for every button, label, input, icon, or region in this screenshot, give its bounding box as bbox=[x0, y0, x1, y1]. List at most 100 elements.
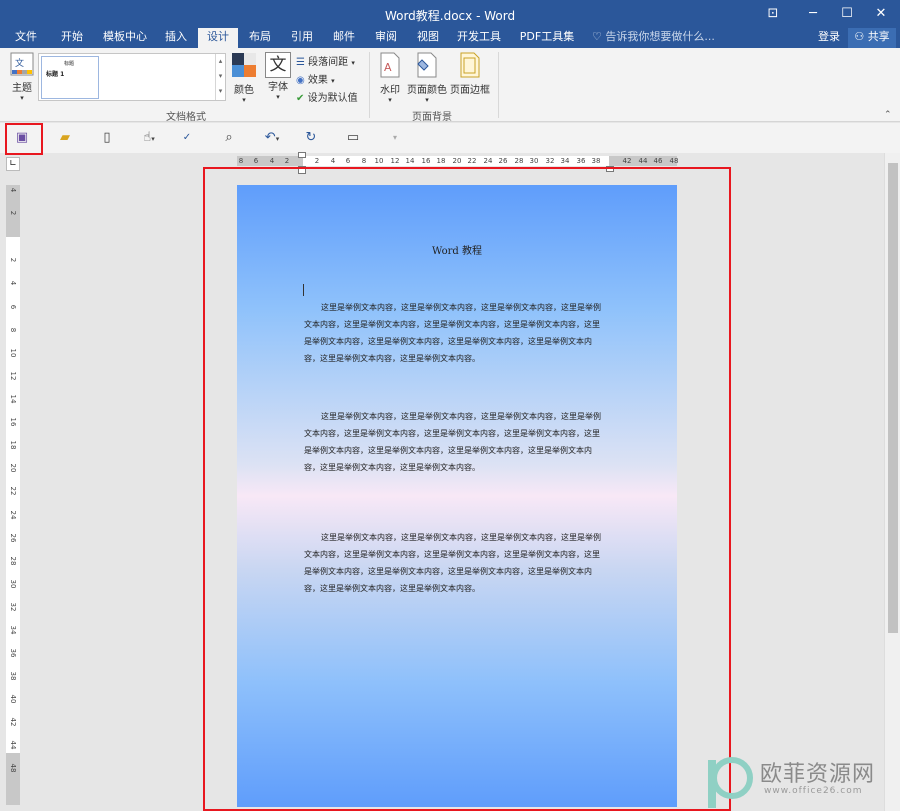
watermark-button[interactable]: A 水印 ▾ bbox=[376, 52, 404, 104]
ruler-tick-label: 34 bbox=[9, 625, 17, 635]
highlight-document-area bbox=[203, 167, 731, 811]
ruler-tick-label: 8 bbox=[9, 327, 17, 333]
tab-developer[interactable]: 开发工具 bbox=[452, 28, 506, 48]
open-folder-icon[interactable]: ▰ bbox=[54, 128, 76, 148]
minimize-icon[interactable]: ─ bbox=[796, 0, 830, 28]
style-preview-title: 标题 bbox=[64, 61, 75, 67]
tell-me-placeholder: 告诉我你想要做什么... bbox=[605, 30, 715, 43]
watermark-url: www.office26.com bbox=[764, 786, 863, 796]
collapse-ribbon-icon[interactable]: ⌃ bbox=[884, 110, 892, 120]
ruler-tick-label: 14 bbox=[9, 394, 17, 404]
watermark-label: 水印 bbox=[380, 85, 400, 96]
effects-button[interactable]: ◉ 效果 ▾ bbox=[296, 71, 335, 86]
page-color-button[interactable]: 页面颜色 ▾ bbox=[406, 52, 448, 104]
tab-home[interactable]: 开始 bbox=[52, 28, 92, 48]
ruler-tick-label: 6 bbox=[9, 304, 17, 310]
ruler-tick-label: 44 bbox=[638, 157, 648, 165]
undo-icon[interactable]: ↶▾ bbox=[258, 128, 286, 148]
ruler-tick-label: 38 bbox=[9, 671, 17, 681]
group-label-document-formatting: 文档格式 bbox=[166, 112, 206, 123]
ruler-tick-label: 2 bbox=[9, 257, 17, 263]
tab-view[interactable]: 视图 bbox=[410, 28, 446, 48]
ruler-tick-label: 8 bbox=[361, 157, 367, 165]
ruler-tick-label: 14 bbox=[405, 157, 415, 165]
tab-references[interactable]: 引用 bbox=[284, 28, 320, 48]
ruler-tick-label: 48 bbox=[9, 763, 17, 773]
tab-file[interactable]: 文件 bbox=[6, 28, 46, 48]
new-document-icon[interactable]: ▯ bbox=[96, 128, 118, 148]
ruler-tick-label: 22 bbox=[467, 157, 477, 165]
chevron-down-icon: ▾ bbox=[425, 96, 429, 104]
ruler-tick-label: 12 bbox=[390, 157, 400, 165]
page-color-label: 页面颜色 bbox=[407, 85, 447, 96]
lightbulb-icon: ♡ bbox=[592, 30, 602, 43]
ruler-tick-label: 48 bbox=[669, 157, 679, 165]
first-line-indent-marker[interactable] bbox=[298, 152, 306, 158]
vertical-scrollbar[interactable] bbox=[884, 153, 900, 811]
effects-label: 效果 bbox=[307, 75, 328, 86]
tab-mailings[interactable]: 邮件 bbox=[326, 28, 362, 48]
ruler-tick-label: 10 bbox=[374, 157, 384, 165]
quick-access-toolbar: ▣ ▰ ▯ ☝▾ ✓ ⌕ ↶▾ ↻ ▭ ▾ bbox=[0, 123, 900, 153]
tab-stop-selector[interactable]: ∟ bbox=[6, 157, 20, 171]
screen-mode-icon[interactable]: ▭ bbox=[342, 128, 364, 148]
tab-design[interactable]: 设计 bbox=[198, 28, 238, 48]
style-set-thumbnail[interactable]: 标题 标题 1 bbox=[41, 56, 99, 99]
tell-me-box[interactable]: ♡ 告诉我你想要做什么... bbox=[592, 28, 715, 46]
customize-toolbar-icon[interactable]: ▾ bbox=[384, 128, 406, 148]
tab-review[interactable]: 审阅 bbox=[368, 28, 404, 48]
fonts-label: 字体 bbox=[268, 82, 288, 93]
style-preview-heading: 标题 1 bbox=[46, 71, 65, 78]
ruler-tick-label: 42 bbox=[622, 157, 632, 165]
tab-pdf-tools[interactable]: PDF工具集 bbox=[514, 28, 580, 48]
close-icon[interactable]: ✕ bbox=[864, 0, 898, 28]
themes-button[interactable]: 文 主题 ▾ bbox=[8, 52, 36, 102]
ruler-tick-label: 8 bbox=[238, 157, 244, 165]
page-borders-button[interactable]: 页面边框 bbox=[450, 52, 490, 96]
set-as-default-button[interactable]: ✔ 设为默认值 bbox=[296, 89, 358, 104]
color-palette-icon bbox=[232, 53, 256, 77]
style-set-gallery[interactable]: 标题 标题 1 ▴ ▾ ▾ bbox=[38, 53, 226, 101]
ruler-tick-label: 28 bbox=[514, 157, 524, 165]
share-button[interactable]: ⚇ 共享 bbox=[848, 28, 896, 48]
tab-insert[interactable]: 插入 bbox=[158, 28, 194, 48]
paint-bucket-icon bbox=[417, 52, 437, 78]
spelling-check-icon[interactable]: ✓ bbox=[176, 128, 198, 148]
ruler-tick-label: 38 bbox=[591, 157, 601, 165]
print-preview-icon[interactable]: ⌕ bbox=[218, 128, 240, 148]
redo-icon[interactable]: ↻ bbox=[300, 128, 322, 148]
watermark-icon: A bbox=[380, 52, 400, 78]
ribbon-tabs: 文件 开始 模板中心 插入 设计 布局 引用 邮件 审阅 视图 开发工具 PDF… bbox=[0, 28, 900, 48]
chevron-down-icon: ▾ bbox=[20, 94, 24, 102]
site-watermark: 欧菲资源网 www.office26.com bbox=[700, 750, 900, 811]
svg-text:文: 文 bbox=[15, 57, 24, 69]
ruler-tick-label: 2 bbox=[284, 157, 290, 165]
vertical-ruler[interactable]: 4 2 2 4 6 8 10 12 14 16 18 20 22 24 26 28 30 32 34 36 38 40 42… bbox=[6, 185, 20, 805]
ruler-tick-label: 22 bbox=[9, 486, 17, 496]
colors-button[interactable]: 颜色 ▾ bbox=[230, 52, 258, 104]
maximize-icon[interactable]: ☐ bbox=[830, 0, 864, 28]
ruler-tick-label: 30 bbox=[9, 579, 17, 589]
ruler-tick-label: 18 bbox=[436, 157, 446, 165]
ruler-tick-label: 42 bbox=[9, 717, 17, 727]
ribbon-display-options-icon[interactable]: ⊡ bbox=[756, 0, 790, 28]
highlight-save-button bbox=[5, 123, 43, 155]
paragraph-spacing-button[interactable]: ☰ 段落间距 ▾ bbox=[296, 53, 355, 68]
touch-mode-icon[interactable]: ☝▾ bbox=[136, 128, 162, 148]
chevron-down-icon: ▾ bbox=[331, 77, 335, 85]
ruler-tick-label: 4 bbox=[330, 157, 336, 165]
group-label-page-background: 页面背景 bbox=[412, 112, 452, 123]
set-as-default-label: 设为默认值 bbox=[307, 93, 358, 104]
tab-template-center[interactable]: 模板中心 bbox=[98, 28, 152, 48]
login-link[interactable]: 登录 bbox=[818, 28, 840, 46]
ribbon-design: 文 主题 ▾ 标题 标题 1 ▴ ▾ ▾ 颜色 ▾ 文 字体 ▾ ☰ 段落间距 ▾ … bbox=[0, 48, 900, 123]
scrollbar-thumb[interactable] bbox=[888, 163, 898, 633]
ruler-tick-label: 4 bbox=[9, 187, 17, 193]
fonts-button[interactable]: 文 字体 ▾ bbox=[264, 52, 292, 101]
ruler-tick-label: 32 bbox=[545, 157, 555, 165]
gallery-scroll[interactable]: ▴ ▾ ▾ bbox=[215, 54, 225, 100]
ruler-tick-label: 26 bbox=[9, 533, 17, 543]
ruler-tick-label: 46 bbox=[653, 157, 663, 165]
tab-layout[interactable]: 布局 bbox=[242, 28, 278, 48]
ruler-tick-label: 2 bbox=[314, 157, 320, 165]
